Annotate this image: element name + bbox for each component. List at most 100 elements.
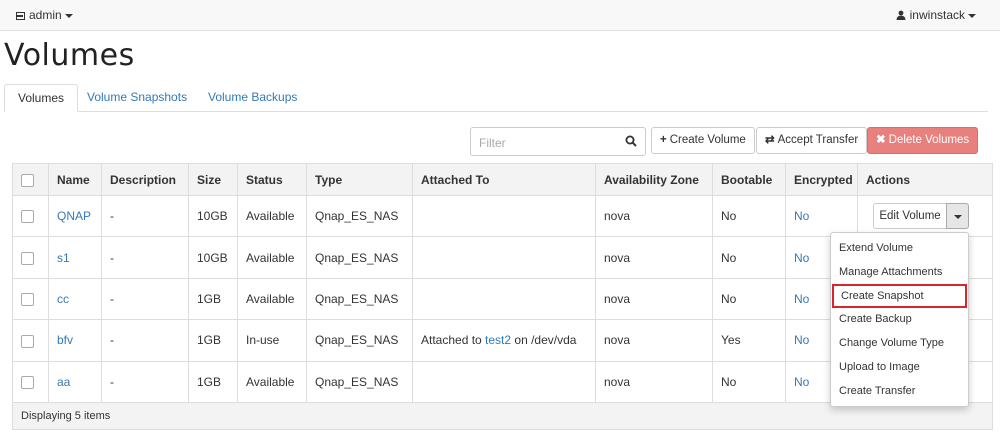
volume-name-link[interactable]: QNAP — [57, 209, 91, 223]
close-icon: ✖ — [876, 134, 886, 146]
chevron-down-icon — [954, 215, 962, 219]
select-all-cell — [12, 163, 49, 196]
volume-name-link[interactable]: s1 — [57, 251, 70, 265]
accept-transfer-label: Accept Transfer — [777, 134, 859, 146]
create-volume-label: Create Volume — [669, 134, 746, 146]
cell-bootable: Yes — [712, 319, 786, 362]
cell-attached-to: Attached to test2 on /dev/vda — [412, 319, 596, 362]
menu-item-manage-attachments[interactable]: Manage Attachments — [831, 260, 968, 284]
attached-suffix: on /dev/vda — [511, 333, 577, 348]
cell-bootable: No — [712, 236, 786, 279]
filter-field — [470, 127, 646, 156]
cell-status: Available — [237, 194, 307, 238]
cell-type: Qnap_ES_NAS — [306, 236, 413, 279]
project-icon — [16, 12, 25, 20]
cell-description: - — [101, 194, 189, 238]
create-volume-button[interactable]: + Create Volume — [651, 127, 755, 154]
column-header[interactable]: Availability Zone — [595, 163, 713, 196]
cell-encrypted: No — [785, 194, 858, 238]
accept-transfer-button[interactable]: ⇄ Accept Transfer — [756, 127, 868, 154]
chevron-down-icon — [968, 13, 976, 18]
column-header[interactable]: Encrypted — [785, 163, 858, 196]
volume-name-link[interactable]: bfv — [57, 333, 73, 347]
column-header[interactable]: Description — [101, 163, 189, 196]
user-name: inwinstack — [909, 8, 965, 22]
encrypted-link[interactable]: No — [794, 375, 809, 389]
user-icon — [896, 10, 906, 20]
cell-name: s1 — [48, 236, 102, 279]
cell-size: 10GB — [188, 194, 238, 238]
row-select-cell — [12, 236, 49, 279]
row-checkbox[interactable] — [21, 375, 34, 389]
cell-bootable: No — [712, 194, 786, 238]
menu-item-create-snapshot[interactable]: Create Snapshot — [832, 283, 967, 308]
cell-status: Available — [237, 277, 307, 321]
encrypted-link[interactable]: No — [794, 251, 809, 265]
column-header[interactable]: Size — [188, 163, 238, 196]
instance-link[interactable]: test2 — [485, 333, 511, 347]
cell-status: Available — [237, 236, 307, 279]
actions-dropdown-toggle[interactable] — [946, 203, 969, 229]
menu-item-upload-to-image[interactable]: Upload to Image — [831, 355, 968, 379]
cell-status: In-use — [237, 319, 307, 362]
plus-icon: + — [660, 134, 667, 146]
filter-input[interactable] — [477, 134, 621, 152]
column-header[interactable]: Status — [237, 163, 307, 196]
column-header[interactable]: Attached To — [412, 163, 596, 196]
column-header[interactable]: Type — [306, 163, 413, 196]
row-checkbox[interactable] — [21, 210, 34, 224]
cell-type: Qnap_ES_NAS — [306, 360, 413, 403]
cell-bootable: No — [712, 360, 786, 403]
column-header[interactable]: Bootable — [712, 163, 786, 196]
tab-bar: Volumes Volume Snapshots Volume Backups — [4, 84, 988, 112]
cell-name: QNAP — [48, 194, 102, 238]
delete-volumes-label: Delete Volumes — [888, 134, 970, 146]
cell-name: cc — [48, 277, 102, 321]
project-name: admin — [29, 8, 62, 22]
top-navbar: admin inwinstack — [0, 0, 1000, 31]
table-header-row: Name Description Size Status Type Attach… — [12, 163, 993, 196]
project-dropdown[interactable]: admin — [16, 8, 73, 22]
cell-attached-to — [412, 360, 596, 403]
tab-volume-snapshots[interactable]: Volume Snapshots — [74, 84, 200, 111]
delete-volumes-button[interactable]: ✖ Delete Volumes — [867, 127, 979, 154]
cell-size: 1GB — [188, 360, 238, 403]
row-checkbox[interactable] — [21, 334, 34, 348]
search-icon[interactable] — [625, 135, 637, 147]
tab-volume-backups[interactable]: Volume Backups — [195, 84, 310, 111]
cell-zone: nova — [595, 277, 713, 321]
row-checkbox[interactable] — [21, 293, 34, 307]
tab-volumes[interactable]: Volumes — [4, 84, 79, 112]
edit-volume-button[interactable]: Edit Volume — [873, 203, 947, 229]
encrypted-link[interactable]: No — [794, 209, 809, 223]
cell-zone: nova — [595, 360, 713, 403]
cell-attached-to — [412, 236, 596, 279]
encrypted-link[interactable]: No — [794, 292, 809, 306]
menu-item-create-backup[interactable]: Create Backup — [831, 307, 968, 331]
attached-prefix: Attached to — [421, 333, 486, 348]
cell-size: 1GB — [188, 277, 238, 321]
volume-name-link[interactable]: aa — [57, 375, 70, 389]
user-dropdown[interactable]: inwinstack — [896, 8, 976, 22]
cell-description: - — [101, 360, 189, 403]
row-select-cell — [12, 194, 49, 238]
cell-attached-to — [412, 277, 596, 321]
cell-name: aa — [48, 360, 102, 403]
row-select-cell — [12, 360, 49, 403]
cell-bootable: No — [712, 277, 786, 321]
row-select-cell — [12, 319, 49, 362]
menu-item-create-transfer[interactable]: Create Transfer — [831, 379, 968, 403]
row-checkbox[interactable] — [21, 251, 34, 265]
menu-item-extend-volume[interactable]: Extend Volume — [831, 236, 968, 260]
volume-name-link[interactable]: cc — [57, 292, 69, 306]
cell-description: - — [101, 236, 189, 279]
select-all-checkbox[interactable] — [21, 173, 34, 187]
cell-type: Qnap_ES_NAS — [306, 319, 413, 362]
column-header[interactable]: Name — [48, 163, 102, 196]
menu-item-change-volume-type[interactable]: Change Volume Type — [831, 331, 968, 355]
chevron-down-icon — [64, 13, 73, 18]
cell-type: Qnap_ES_NAS — [306, 277, 413, 321]
encrypted-link[interactable]: No — [794, 333, 809, 347]
page-title: Volumes — [4, 38, 135, 73]
cell-zone: nova — [595, 236, 713, 279]
